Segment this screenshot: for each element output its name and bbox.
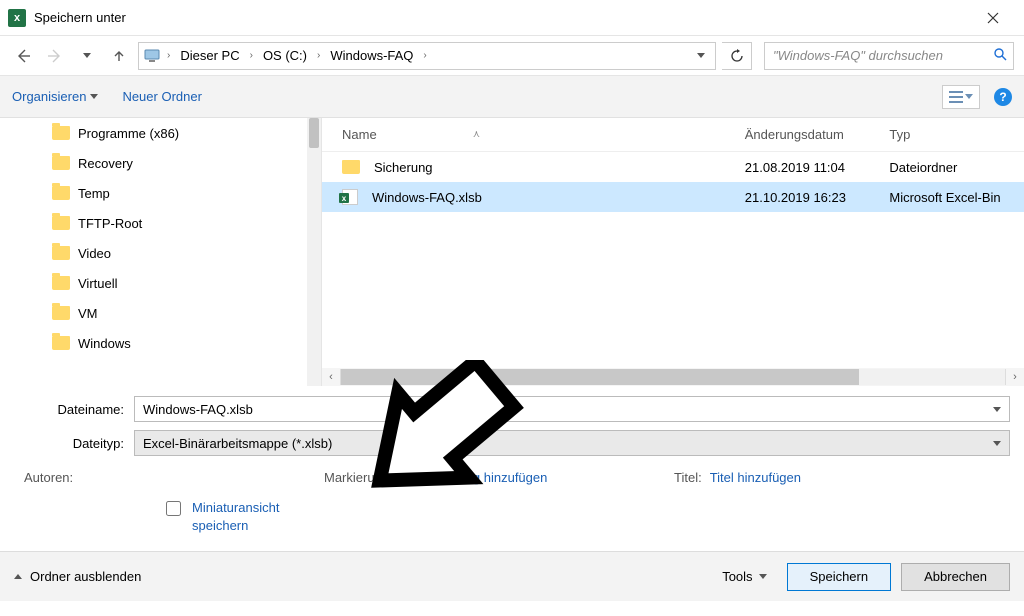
column-type[interactable]: Typ bbox=[879, 127, 1024, 142]
search-icon[interactable] bbox=[993, 47, 1007, 64]
command-bar: Organisieren Neuer Ordner ? bbox=[0, 76, 1024, 118]
recent-locations-button[interactable] bbox=[74, 43, 100, 69]
tree-item[interactable]: Recovery bbox=[0, 148, 321, 178]
window-title: Speichern unter bbox=[34, 10, 126, 25]
tree-item[interactable]: Windows bbox=[0, 328, 321, 358]
sort-indicator-icon: ⋏ bbox=[473, 129, 480, 140]
organize-menu[interactable]: Organisieren bbox=[12, 89, 98, 104]
filename-label: Dateiname: bbox=[14, 402, 134, 417]
tree-scrollbar[interactable] bbox=[307, 118, 321, 386]
filetype-label: Dateityp: bbox=[14, 436, 134, 451]
pc-icon bbox=[143, 47, 161, 65]
folder-icon bbox=[52, 276, 70, 290]
tags-label: Markierungen: bbox=[324, 470, 407, 485]
view-options-button[interactable] bbox=[942, 85, 980, 109]
file-list: Name ⋏ Änderungsdatum Typ Sicherung 21.0… bbox=[322, 118, 1024, 386]
chevron-up-icon bbox=[14, 574, 22, 579]
folder-tree[interactable]: Programme (x86) Recovery Temp TFTP-Root … bbox=[0, 118, 322, 386]
new-folder-button[interactable]: Neuer Ordner bbox=[122, 89, 201, 104]
chevron-down-icon bbox=[759, 574, 767, 579]
tree-item[interactable]: Temp bbox=[0, 178, 321, 208]
horizontal-scrollbar[interactable]: ‹ › bbox=[322, 368, 1024, 386]
tree-item[interactable]: Virtuell bbox=[0, 268, 321, 298]
filetype-select[interactable]: Excel-Binärarbeitsmappe (*.xlsb) bbox=[134, 430, 1010, 456]
search-box[interactable] bbox=[764, 42, 1014, 70]
chevron-down-icon bbox=[90, 94, 98, 99]
crumb-folder[interactable]: Windows-FAQ bbox=[326, 48, 417, 63]
crumb-drive[interactable]: OS (C:) bbox=[259, 48, 311, 63]
save-button[interactable]: Speichern bbox=[787, 563, 892, 591]
column-headers[interactable]: Name ⋏ Änderungsdatum Typ bbox=[322, 118, 1024, 152]
folder-icon bbox=[52, 216, 70, 230]
tree-item[interactable]: VM bbox=[0, 298, 321, 328]
authors-label: Autoren: bbox=[24, 470, 73, 485]
nav-bar: › Dieser PC › OS (C:) › Windows-FAQ › bbox=[0, 36, 1024, 76]
add-tag-link[interactable]: Markierung hinzufügen bbox=[415, 470, 547, 485]
chevron-down-icon[interactable] bbox=[993, 407, 1001, 412]
close-button[interactable] bbox=[970, 3, 1016, 33]
tree-item[interactable]: TFTP-Root bbox=[0, 208, 321, 238]
title-bar: x Speichern unter bbox=[0, 0, 1024, 36]
folder-icon bbox=[52, 156, 70, 170]
tools-menu[interactable]: Tools bbox=[722, 569, 766, 584]
dialog-footer: Ordner ausblenden Tools Speichern Abbrec… bbox=[0, 551, 1024, 601]
forward-button[interactable] bbox=[42, 43, 68, 69]
chevron-down-icon bbox=[965, 94, 973, 99]
hide-folders-button[interactable]: Ordner ausblenden bbox=[14, 569, 141, 584]
title-label: Titel: bbox=[674, 470, 702, 485]
tree-item[interactable]: Programme (x86) bbox=[0, 118, 321, 148]
add-title-link[interactable]: Titel hinzufügen bbox=[710, 470, 801, 485]
folder-icon bbox=[52, 306, 70, 320]
file-row[interactable]: Windows-FAQ.xlsb 21.10.2019 16:23 Micros… bbox=[322, 182, 1024, 212]
folder-icon bbox=[52, 246, 70, 260]
folder-icon bbox=[52, 186, 70, 200]
refresh-button[interactable] bbox=[722, 42, 752, 70]
excel-app-icon: x bbox=[8, 9, 26, 27]
crumb-pc[interactable]: Dieser PC bbox=[176, 48, 243, 63]
breadcrumb-dropdown-icon[interactable] bbox=[697, 53, 705, 58]
search-input[interactable] bbox=[771, 47, 993, 64]
help-icon[interactable]: ? bbox=[994, 88, 1012, 106]
breadcrumb[interactable]: › Dieser PC › OS (C:) › Windows-FAQ › bbox=[138, 42, 716, 70]
file-row[interactable]: Sicherung 21.08.2019 11:04 Dateiordner bbox=[322, 152, 1024, 182]
chevron-down-icon[interactable] bbox=[993, 441, 1001, 446]
excel-file-icon bbox=[342, 189, 358, 205]
filename-input[interactable]: Windows-FAQ.xlsb bbox=[134, 396, 1010, 422]
cancel-button[interactable]: Abbrechen bbox=[901, 563, 1010, 591]
tree-item[interactable]: Video bbox=[0, 238, 321, 268]
folder-icon bbox=[342, 160, 360, 174]
column-name[interactable]: Name ⋏ bbox=[332, 127, 735, 142]
folder-icon bbox=[52, 336, 70, 350]
back-button[interactable] bbox=[10, 43, 36, 69]
up-button[interactable] bbox=[106, 43, 132, 69]
column-date[interactable]: Änderungsdatum bbox=[735, 127, 880, 142]
save-thumbnail-label[interactable]: Miniaturansicht speichern bbox=[192, 499, 322, 535]
save-thumbnail-checkbox[interactable] bbox=[166, 501, 181, 516]
save-form: Dateiname: Windows-FAQ.xlsb Dateityp: Ex… bbox=[0, 386, 1024, 551]
folder-icon bbox=[52, 126, 70, 140]
main-area: Programme (x86) Recovery Temp TFTP-Root … bbox=[0, 118, 1024, 386]
